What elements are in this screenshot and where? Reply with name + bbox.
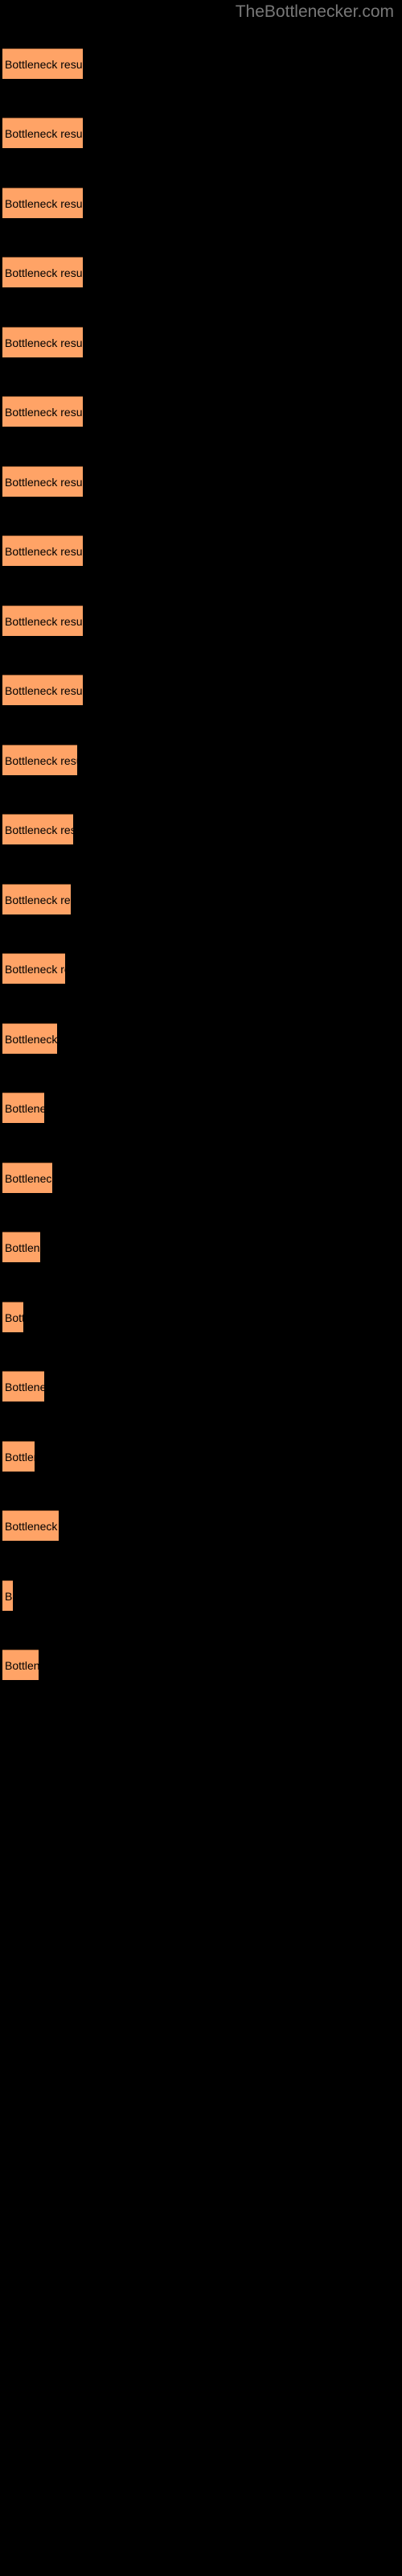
bar-label: Bottleneck result [5,475,83,489]
bar-label: Bottleneck result [5,266,83,279]
bar-label: Bottleneck result [5,336,83,349]
bar-label: Bottleneck result [5,823,73,836]
bar-label: Bottleneck result [5,405,83,419]
bar-label: Bottleneck result [5,1658,39,1672]
bar-12[interactable]: Bottleneck result [2,814,73,844]
bar-21[interactable]: Bottleneck result [2,1441,35,1472]
bar-4[interactable]: Bottleneck result [2,257,83,287]
bar-22[interactable]: Bottleneck result [2,1510,59,1541]
bar-7[interactable]: Bottleneck result [2,466,83,497]
bar-label: Bottleneck result [5,196,83,210]
bar-11[interactable]: Bottleneck result [2,745,77,775]
bar-label: Bottleneck result [5,1101,44,1115]
bar-label: Bottleneck result [5,962,65,976]
bar-9[interactable]: Bottleneck result [2,605,83,636]
bar-17[interactable]: Bottleneck result [2,1162,52,1193]
bar-24[interactable]: Bottleneck result [2,1649,39,1680]
bar-20[interactable]: Bottleneck result [2,1371,44,1402]
bar-16[interactable]: Bottleneck result [2,1092,44,1123]
bottleneck-chart: TheBottlenecker.com Bottleneck result Bot… [0,0,402,2576]
bar-label: Bottleneck result [5,1450,35,1463]
bar-14[interactable]: Bottleneck result [2,953,65,984]
bar-1[interactable]: Bottleneck result [2,48,83,79]
bar-label: Bottleneck result [5,126,83,140]
bar-19[interactable]: Bottleneck result [2,1302,23,1332]
bar-label: Bottleneck result [5,1380,44,1393]
bar-label: Bottleneck result [5,544,83,558]
bar-label: Bottleneck result [5,1171,52,1185]
bar-3[interactable]: Bottleneck result [2,188,83,218]
bar-6[interactable]: Bottleneck result [2,396,83,427]
bar-18[interactable]: Bottleneck result [2,1232,40,1262]
bar-23[interactable]: Bottleneck result [2,1580,13,1611]
bar-series: Bottleneck result Bottleneck result Bottle… [0,0,402,2576]
bar-label: Bottleneck result [5,1241,40,1254]
bar-label: Bottleneck result [5,753,77,767]
bar-label: Bottleneck result [5,1519,59,1533]
bar-label: Bottleneck result [5,893,71,906]
bar-label: Bottleneck result [5,614,83,628]
bar-label: Bottleneck result [5,1032,57,1046]
bar-label: Bottleneck result [5,57,83,71]
bar-15[interactable]: Bottleneck result [2,1023,57,1054]
bar-8[interactable]: Bottleneck result [2,535,83,566]
bar-2[interactable]: Bottleneck result [2,118,83,148]
bar-label: Bottleneck result [5,1311,23,1324]
bar-13[interactable]: Bottleneck result [2,884,71,914]
bar-5[interactable]: Bottleneck result [2,327,83,357]
bar-10[interactable]: Bottleneck result [2,675,83,705]
bar-label: Bottleneck result [5,1589,13,1603]
bar-label: Bottleneck result [5,683,83,697]
